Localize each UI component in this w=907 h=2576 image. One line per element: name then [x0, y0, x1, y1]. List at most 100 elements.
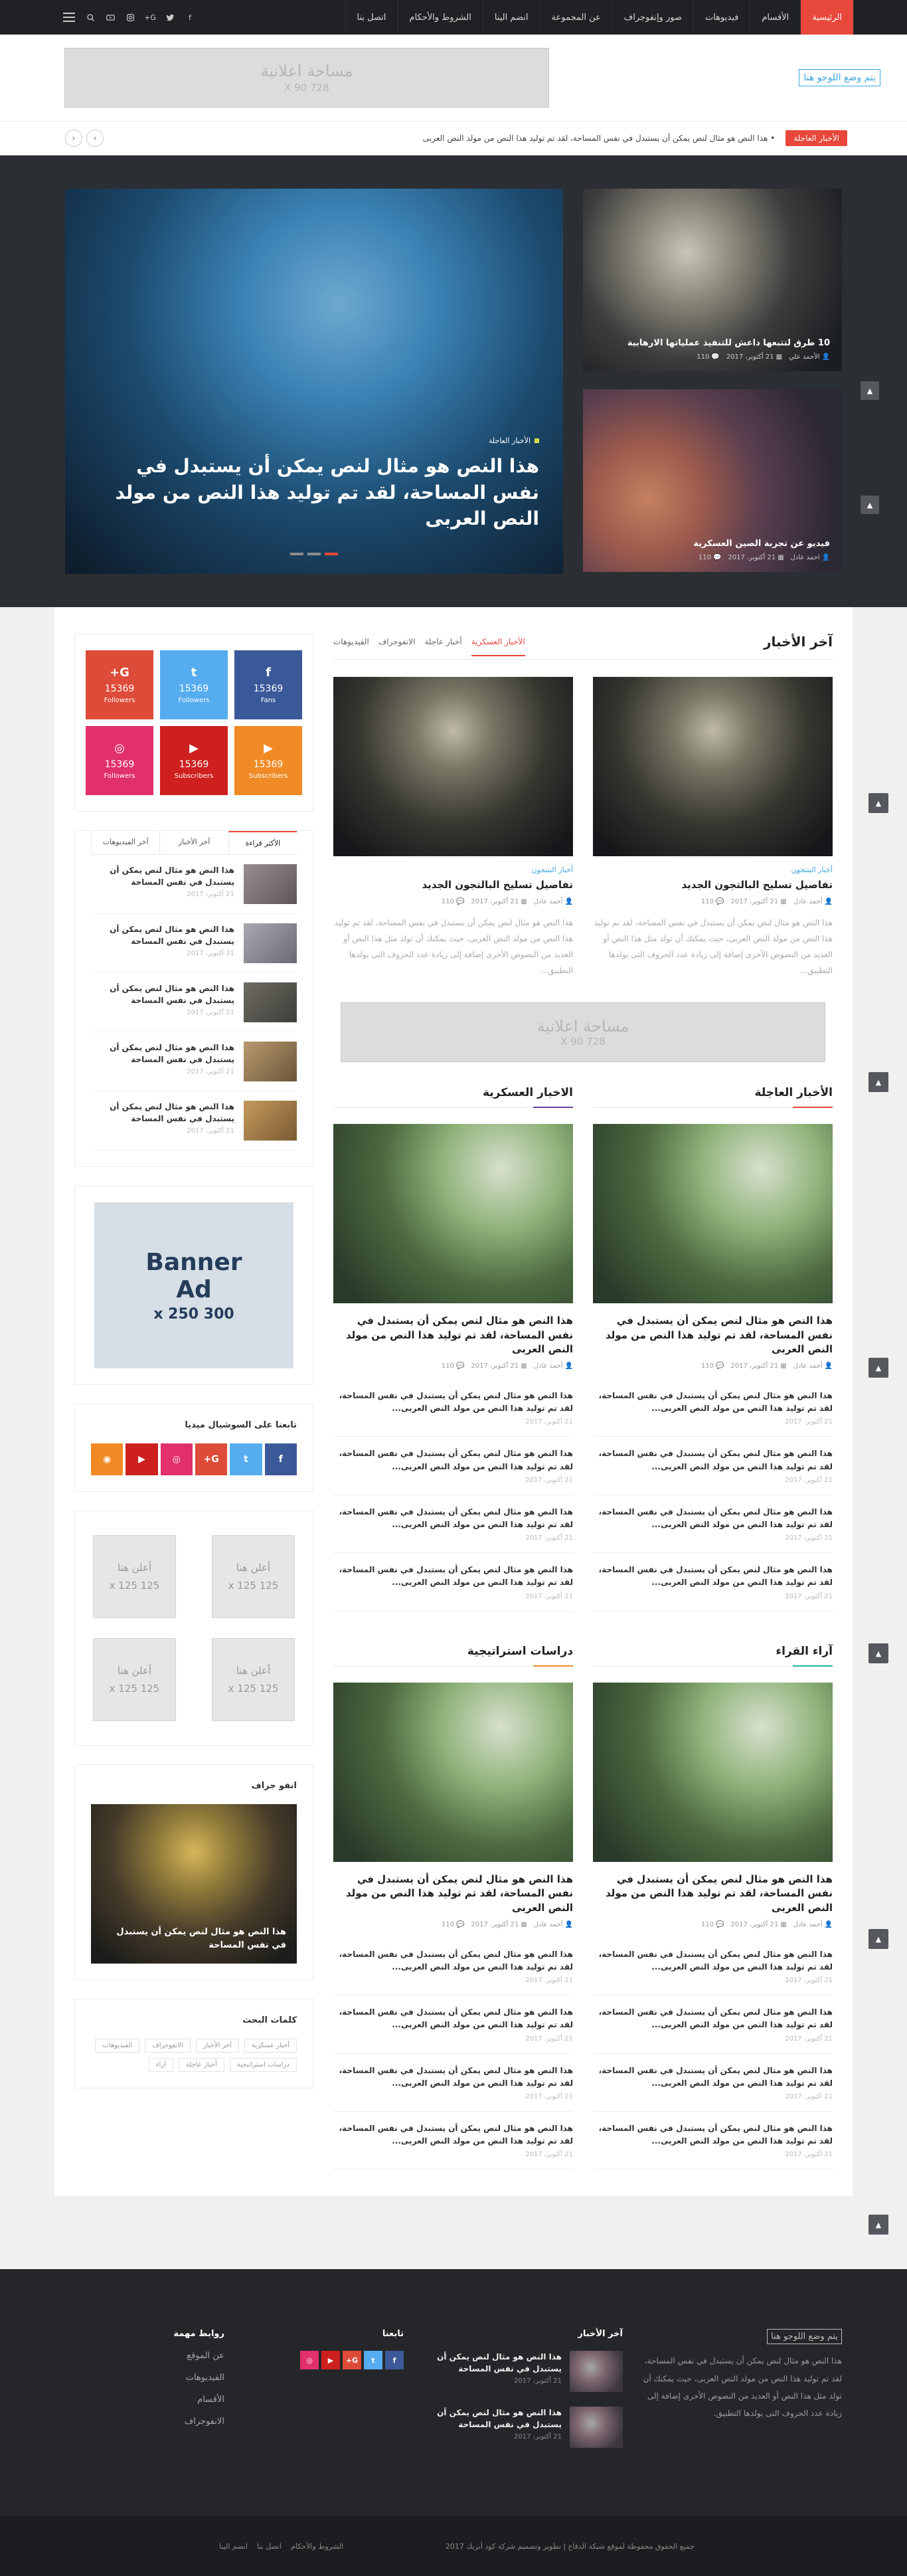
footer-link-join[interactable]: انضم الينا: [219, 2542, 248, 2551]
scroll-up-icon[interactable]: ▲: [868, 1643, 888, 1663]
scroll-up-icon[interactable]: ▲: [868, 1358, 888, 1378]
nav-about[interactable]: عن المجموعة: [539, 0, 612, 35]
tag[interactable]: أخبار عسكرية: [244, 2039, 297, 2053]
footer-link[interactable]: الأقسام: [65, 2395, 224, 2405]
scroll-up-icon[interactable]: ▲: [868, 2215, 888, 2235]
footer-link-terms[interactable]: الشروط والأحكام: [291, 2542, 343, 2551]
footer-logo[interactable]: يتم وضع اللوجو هنا: [767, 2329, 842, 2345]
tab-item-thumbnail[interactable]: [244, 1042, 297, 1081]
youtube-icon[interactable]: [106, 13, 115, 22]
footer-link-contact[interactable]: اتصل بنا: [257, 2542, 282, 2551]
filter-videos[interactable]: الفيديوهات: [333, 637, 369, 646]
list-item-title[interactable]: هذا النص هو مثال لنص يمكن أن يستبدل في ن…: [333, 2006, 573, 2031]
list-item-title[interactable]: هذا النص هو مثال لنص يمكن أن يستبدل في ن…: [333, 1390, 573, 1415]
facebook-icon[interactable]: f: [264, 1443, 297, 1475]
google-plus-icon[interactable]: G+: [195, 1443, 228, 1475]
news-thumbnail[interactable]: [593, 1682, 833, 1862]
tab-item-thumbnail[interactable]: [244, 1101, 297, 1141]
google-plus-counter[interactable]: G+ 15369 Followers: [86, 650, 153, 719]
list-item-title[interactable]: هذا النص هو مثال لنص يمكن أن يستبدل في ن…: [333, 2065, 573, 2090]
tab-item-thumbnail[interactable]: [244, 864, 297, 904]
news-thumbnail[interactable]: [333, 1123, 573, 1303]
infographic-card[interactable]: هذا النص هو مثال لنص يمكن أن يستبدل في ن…: [91, 1804, 297, 1964]
news-thumbnail[interactable]: [593, 677, 833, 856]
instagram-icon[interactable]: [125, 13, 135, 22]
list-item-title[interactable]: هذا النص هو مثال لنص يمكن أن يستبدل في ن…: [593, 1390, 833, 1415]
tag[interactable]: الفيديوهات: [95, 2039, 140, 2053]
scroll-up-icon[interactable]: ▲: [868, 793, 888, 813]
footer-link[interactable]: الفيديوهات: [65, 2373, 224, 2383]
hero-side-card[interactable]: 10 طرق لتتبعها داعش للتنفيذ عملياتها الا…: [583, 189, 842, 371]
tag[interactable]: الانفوجراف: [145, 2039, 191, 2053]
tab-item-title[interactable]: هذا النص هو مثال لنص يمكن أن يستبدل في ن…: [91, 1101, 234, 1125]
news-title[interactable]: تفاصيل تسليح البالتجون الجديد: [593, 878, 833, 893]
ad-125[interactable]: أعلن هنا 125 x 125: [93, 1535, 176, 1618]
nav-sections[interactable]: الأقسام: [750, 0, 800, 35]
nav-join[interactable]: انضم الينا: [482, 0, 540, 35]
footer-link[interactable]: عن الموقع: [65, 2351, 224, 2361]
list-item-title[interactable]: هذا النص هو مثال لنص يمكن أن يستبدل في ن…: [593, 2006, 833, 2031]
nav-home[interactable]: الرئيسية: [800, 0, 854, 35]
header-ad-banner[interactable]: مساحة اعلانية 728 X 90: [64, 48, 549, 108]
list-item-title[interactable]: هذا النص هو مثال لنص يمكن أن يستبدل في ن…: [593, 2065, 833, 2090]
tab-item-thumbnail[interactable]: [244, 982, 297, 1022]
nav-photos[interactable]: صور وإنفوجراف: [612, 0, 693, 35]
tab-videos[interactable]: آخر الفيديوهات: [91, 831, 159, 854]
news-title[interactable]: هذا النص هو مثال لنص يمكن أن يستبدل في ن…: [593, 1314, 833, 1357]
site-logo[interactable]: يتم وضع اللوجو هنا: [799, 69, 880, 86]
footer-post-title[interactable]: هذا النص هو مثال لنص يمكن أن يستبدل في ن…: [424, 2407, 562, 2431]
tag[interactable]: آخر الأخبار: [195, 2039, 239, 2053]
news-title[interactable]: تفاصيل تسليح البالتجون الجديد: [333, 878, 573, 893]
news-thumbnail[interactable]: [593, 1123, 833, 1303]
tab-item-title[interactable]: هذا النص هو مثال لنص يمكن أن يستبدل في ن…: [91, 864, 234, 888]
hero-category[interactable]: الأخبار العاجلة: [489, 436, 539, 445]
ad-125[interactable]: أعلن هنا 125 x 125: [212, 1638, 295, 1721]
filter-infographic[interactable]: الانفوجراف: [378, 637, 416, 646]
instagram-icon[interactable]: ◎: [300, 2351, 319, 2370]
rss-icon[interactable]: ◉: [91, 1443, 124, 1475]
list-item-title[interactable]: هذا النص هو مثال لنص يمكن أن يستبدل في ن…: [593, 1948, 833, 1974]
chevron-left-icon[interactable]: ‹: [65, 130, 82, 147]
list-item-title[interactable]: هذا النص هو مثال لنص يمكن أن يستبدل في ن…: [333, 1948, 573, 1974]
filter-breaking[interactable]: أخبار عاجلة: [424, 637, 461, 646]
footer-post-thumbnail[interactable]: [570, 2407, 623, 2448]
list-item-title[interactable]: هذا النص هو مثال لنص يمكن أن يستبدل في ن…: [593, 1447, 833, 1473]
footer-link[interactable]: الانفوجراف: [65, 2417, 224, 2427]
twitter-icon[interactable]: t: [230, 1443, 262, 1475]
nav-contact[interactable]: اتصل بنا: [345, 0, 398, 35]
menu-icon[interactable]: [63, 13, 75, 22]
google-plus-icon[interactable]: G+: [343, 2351, 361, 2370]
tab-item-title[interactable]: هذا النص هو مثال لنص يمكن أن يستبدل في ن…: [91, 982, 234, 1006]
slider-dot[interactable]: [307, 553, 321, 555]
tag[interactable]: آراء: [148, 2058, 173, 2072]
search-icon[interactable]: [86, 13, 95, 22]
news-thumbnail[interactable]: [333, 1682, 573, 1862]
youtube-counter[interactable]: ▶ 15369 Subscribers: [160, 726, 228, 795]
scroll-up-icon[interactable]: ▲: [861, 496, 879, 514]
tab-item-title[interactable]: هذا النص هو مثال لنص يمكن أن يستبدل في ن…: [91, 923, 234, 947]
footer-post-title[interactable]: هذا النص هو مثال لنص يمكن أن يستبدل في ن…: [424, 2351, 562, 2375]
youtube-icon[interactable]: ▶: [321, 2351, 340, 2370]
tag[interactable]: دراسات استراتيجية: [229, 2058, 297, 2072]
news-title[interactable]: هذا النص هو مثال لنص يمكن أن يستبدل في ن…: [593, 1873, 833, 1916]
list-item-title[interactable]: هذا النص هو مثال لنص يمكن أن يستبدل في ن…: [333, 2122, 573, 2148]
scroll-up-icon[interactable]: ▲: [861, 381, 879, 400]
twitter-counter[interactable]: t 15369 Followers: [160, 650, 228, 719]
rss-counter[interactable]: ▶ 15369 Subscribers: [234, 726, 302, 795]
news-title[interactable]: هذا النص هو مثال لنص يمكن أن يستبدل في ن…: [333, 1314, 573, 1357]
news-thumbnail[interactable]: [333, 677, 573, 856]
scroll-up-icon[interactable]: ▲: [868, 1929, 888, 1949]
slider-dot[interactable]: [325, 553, 338, 555]
list-item-title[interactable]: هذا النص هو مثال لنص يمكن أن يستبدل في ن…: [333, 1447, 573, 1473]
scroll-up-icon[interactable]: ▲: [868, 1072, 888, 1092]
list-item-title[interactable]: هذا النص هو مثال لنص يمكن أن يستبدل في ن…: [593, 2122, 833, 2148]
list-item-title[interactable]: هذا النص هو مثال لنص يمكن أن يستبدل في ن…: [333, 1506, 573, 1531]
list-item-title[interactable]: هذا النص هو مثال لنص يمكن أن يستبدل في ن…: [333, 1564, 573, 1589]
tab-item-title[interactable]: هذا النص هو مثال لنص يمكن أن يستبدل في ن…: [91, 1042, 234, 1065]
facebook-icon[interactable]: f: [185, 13, 195, 22]
instagram-counter[interactable]: ◎ 15369 Followers: [86, 726, 153, 795]
tab-item-thumbnail[interactable]: [244, 923, 297, 963]
slider-dot[interactable]: [290, 553, 303, 555]
filter-military[interactable]: الأخبار العسكرية: [471, 637, 525, 656]
nav-videos[interactable]: فيديوهات: [693, 0, 750, 35]
